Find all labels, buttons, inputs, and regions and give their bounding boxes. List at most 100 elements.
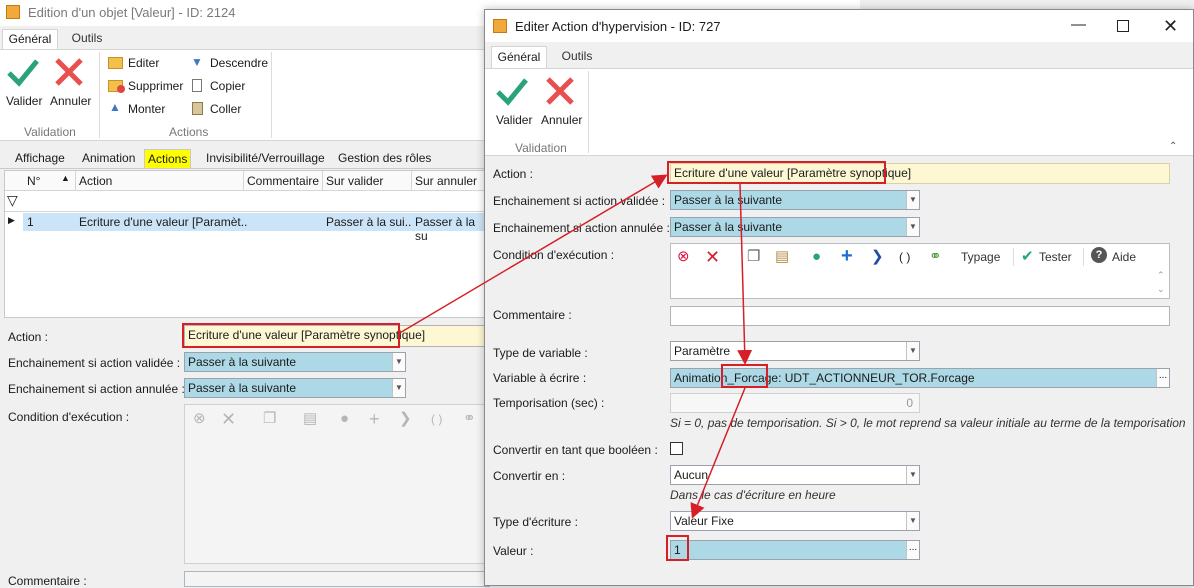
condition-label: Condition d'exécution : xyxy=(493,248,615,262)
var-label: Variable à écrire : xyxy=(493,371,587,385)
paste-icon[interactable]: ▤ xyxy=(303,409,317,429)
tempo-field[interactable]: 0 xyxy=(670,393,920,413)
descendre-button[interactable]: ▼ Descendre xyxy=(190,55,270,72)
tab-gestion-roles[interactable]: Gestion des rôles xyxy=(338,151,431,165)
copy-icon[interactable]: ❐ xyxy=(263,409,276,429)
chevron-down-icon[interactable]: ▼ xyxy=(392,353,405,371)
annotation-box-valeur xyxy=(666,535,689,561)
back-ribbon-tab-outils[interactable]: Outils xyxy=(60,29,114,49)
delete-icon[interactable]: ✕ xyxy=(705,247,720,267)
copy-icon xyxy=(192,79,202,92)
back-condition-toolbar: ⊗ ✕ ❐ ▤ ● + ❯ ( ) ⚭ xyxy=(185,405,491,433)
condition-toolbar: ⊗ ✕ ❐ ▤ ● + ❯ ( ) ⚭ Typage ✔ Tester ? Ai… xyxy=(671,244,1169,270)
valeur-label: Valeur : xyxy=(493,544,534,558)
filter-icon[interactable]: ▽ xyxy=(7,192,18,209)
cross-icon xyxy=(55,58,83,86)
back-window-title: Edition d'un objet [Valeur] - ID: 2124 xyxy=(28,5,236,20)
col-action[interactable]: Action xyxy=(79,174,112,188)
back-annuler-button[interactable]: Annuler xyxy=(48,54,92,110)
back-annul-select[interactable]: Passer à la suivante ▼ xyxy=(184,378,406,398)
col-num[interactable]: N° xyxy=(27,174,40,188)
collapse-ribbon-icon[interactable]: ⌃ xyxy=(1169,141,1177,152)
chevron-down-icon[interactable]: ▼ xyxy=(906,512,919,530)
back-valid-select[interactable]: Passer à la suivante ▼ xyxy=(184,352,406,372)
maximize-icon[interactable] xyxy=(1117,20,1129,32)
bool-checkbox[interactable] xyxy=(670,442,683,455)
tab-invisibilite[interactable]: Invisibilité/Verrouillage xyxy=(206,151,325,165)
back-condition-editor[interactable]: ⊗ ✕ ❐ ▤ ● + ❯ ( ) ⚭ xyxy=(184,404,490,564)
front-ribbon-tab-general[interactable]: Général xyxy=(491,46,547,68)
tab-animation[interactable]: Animation xyxy=(82,151,135,165)
table-row[interactable]: ▶ 1 Ecriture d'une valeur [Paramèt.. Pas… xyxy=(5,213,491,243)
scroll-down-icon[interactable]: ⌄ xyxy=(1157,284,1165,295)
chevron-down-icon[interactable]: ▼ xyxy=(906,218,919,236)
valid-label: Enchainement si action validée : xyxy=(493,194,666,208)
col-sur-valider[interactable]: Sur valider xyxy=(326,174,383,188)
clear-icon[interactable]: ⊗ xyxy=(677,247,690,267)
annul-select[interactable]: Passer à la suivante ▼ xyxy=(670,217,920,237)
add-circle-icon[interactable]: ● xyxy=(340,409,349,429)
commentaire-label: Commentaire : xyxy=(493,308,572,322)
paste-icon xyxy=(192,102,203,115)
checkmark-icon xyxy=(496,78,528,106)
chevron-down-icon[interactable]: ▼ xyxy=(906,466,919,484)
close-icon[interactable]: ✕ xyxy=(1163,16,1178,37)
delete-icon[interactable]: ✕ xyxy=(221,409,236,429)
chevron-down-icon[interactable]: ▼ xyxy=(906,342,919,360)
convert-hint: Dans le cas d'écriture en heure xyxy=(670,488,836,502)
type-ecr-select[interactable]: Valeur Fixe ▼ xyxy=(670,511,920,531)
commentaire-field[interactable] xyxy=(670,306,1170,326)
chevron-right-icon[interactable]: ❯ xyxy=(399,409,412,429)
tab-actions[interactable]: Actions xyxy=(144,149,192,168)
front-ribbon-tab-outils[interactable]: Outils xyxy=(551,46,603,68)
link-icon[interactable]: ⚭ xyxy=(929,247,942,267)
col-commentaire[interactable]: Commentaire xyxy=(247,174,319,188)
annotation-box-forcage xyxy=(721,364,768,388)
group-label-actions: Actions xyxy=(169,125,209,139)
ribbon-separator xyxy=(588,71,589,153)
condition-editor[interactable]: ⊗ ✕ ❐ ▤ ● + ❯ ( ) ⚭ Typage ✔ Tester ? Ai… xyxy=(670,243,1170,299)
type-ecr-label: Type d'écriture : xyxy=(493,515,578,529)
parens-icon[interactable]: ( ) xyxy=(431,409,442,429)
chevron-right-icon[interactable]: ❯ xyxy=(871,247,884,267)
back-commentaire-field[interactable] xyxy=(184,571,490,587)
back-valider-button[interactable]: Valider xyxy=(4,54,42,110)
typage-button[interactable]: Typage xyxy=(961,250,1000,264)
paste-icon[interactable]: ▤ xyxy=(775,247,789,267)
back-ribbon-tab-general[interactable]: Général xyxy=(2,29,58,49)
ribbon-separator xyxy=(99,52,100,138)
front-annuler-button[interactable]: Annuler xyxy=(539,73,583,129)
copier-button[interactable]: Copier xyxy=(190,79,260,95)
group-label-validation: Validation xyxy=(24,125,76,139)
scroll-up-icon[interactable]: ⌃ xyxy=(1157,270,1165,281)
valid-select[interactable]: Passer à la suivante ▼ xyxy=(670,190,920,210)
filter-row[interactable]: ▽ xyxy=(5,191,491,212)
coller-button[interactable]: Coller xyxy=(190,102,260,118)
copy-icon[interactable]: ❐ xyxy=(747,247,760,267)
chevron-down-icon[interactable]: ▼ xyxy=(906,191,919,209)
plus-icon[interactable]: + xyxy=(841,246,853,266)
aide-button[interactable]: Aide xyxy=(1112,250,1136,264)
valeur-field[interactable]: 1 ... xyxy=(670,540,920,560)
chevron-down-icon[interactable]: ▼ xyxy=(392,379,405,397)
supprimer-button[interactable]: Supprimer xyxy=(108,79,188,95)
minimize-icon[interactable]: — xyxy=(1071,16,1086,33)
sort-asc-icon: ▲ xyxy=(61,173,70,183)
convert-select[interactable]: Aucun ▼ xyxy=(670,465,920,485)
annul-label: Enchainement si action annulée : xyxy=(493,221,670,235)
plus-icon[interactable]: + xyxy=(369,409,380,429)
browse-button[interactable]: ... xyxy=(1156,369,1169,387)
tester-button[interactable]: Tester xyxy=(1039,250,1072,264)
tempo-label: Temporisation (sec) : xyxy=(493,396,605,410)
col-sur-annuler[interactable]: Sur annuler xyxy=(415,174,477,188)
front-valider-button[interactable]: Valider xyxy=(493,73,533,129)
add-circle-icon[interactable]: ● xyxy=(812,247,821,267)
type-var-select[interactable]: Paramètre ▼ xyxy=(670,341,920,361)
folder-edit-icon xyxy=(108,57,123,69)
clear-icon[interactable]: ⊗ xyxy=(193,409,206,429)
link-icon[interactable]: ⚭ xyxy=(463,409,476,429)
parens-icon[interactable]: ( ) xyxy=(899,247,910,267)
monter-button[interactable]: ▲ Monter xyxy=(108,100,178,118)
browse-button[interactable]: ... xyxy=(906,541,919,559)
tab-affichage[interactable]: Affichage xyxy=(15,151,65,165)
